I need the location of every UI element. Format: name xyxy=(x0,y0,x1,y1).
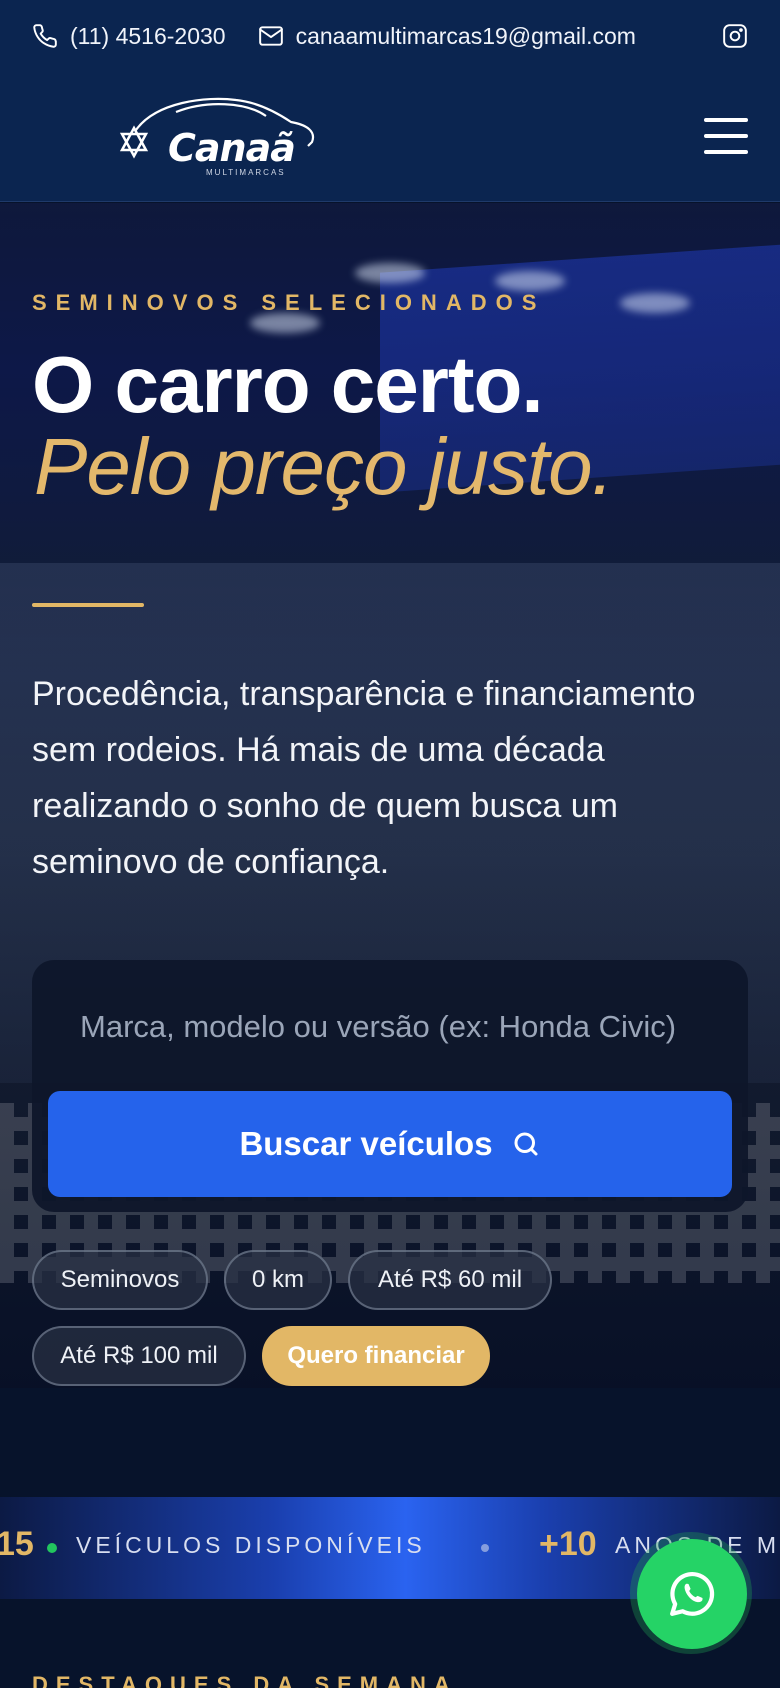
contact-bar: (11) 4516-2030 canaamultimarcas19@gmail.… xyxy=(0,0,780,72)
section-title: DESTAQUES DA SEMANA xyxy=(32,1672,458,1688)
phone-icon xyxy=(32,23,58,49)
instagram-link[interactable] xyxy=(722,23,748,49)
filter-chip[interactable]: Seminovos xyxy=(32,1250,208,1310)
logo-wordmark: Canaã xyxy=(168,126,296,170)
phone-link[interactable]: (11) 4516-2030 xyxy=(32,23,226,50)
hero-section: SEMINOVOS SELECIONADOS O carro certo. Pe… xyxy=(0,203,780,1388)
search-icon xyxy=(511,1129,541,1159)
stat-label: VEÍCULOS DISPONÍVEIS xyxy=(76,1532,426,1558)
separator-dot xyxy=(481,1544,489,1552)
whatsapp-icon xyxy=(664,1566,720,1622)
hero-divider xyxy=(32,603,144,607)
filter-chip[interactable]: Até R$ 100 mil xyxy=(32,1326,246,1386)
search-card: Buscar veículos xyxy=(32,960,748,1212)
financing-chip[interactable]: Quero financiar xyxy=(262,1326,490,1386)
hero-eyebrow: SEMINOVOS SELECIONADOS xyxy=(32,290,546,315)
whatsapp-button[interactable] xyxy=(637,1539,747,1649)
search-button-label: Buscar veículos xyxy=(239,1125,493,1162)
logo-subtitle: MULTIMARCAS xyxy=(206,168,286,177)
site-header: Canaã MULTIMARCAS xyxy=(0,72,780,202)
status-dot xyxy=(47,1543,57,1553)
stat-value: +10 xyxy=(539,1525,597,1563)
search-button[interactable]: Buscar veículos xyxy=(48,1091,732,1197)
stat-value: 15 xyxy=(0,1525,34,1563)
instagram-icon xyxy=(722,23,748,49)
logo[interactable]: Canaã MULTIMARCAS xyxy=(116,92,326,177)
mail-icon xyxy=(258,23,284,49)
filter-chip[interactable]: 0 km xyxy=(224,1250,332,1310)
filter-chip[interactable]: Até R$ 60 mil xyxy=(348,1250,552,1310)
hero-description: Procedência, transparência e financiamen… xyxy=(32,675,696,881)
search-input[interactable] xyxy=(32,982,748,1072)
hamburger-menu-icon[interactable] xyxy=(704,118,748,154)
hero-headline: O carro certo. xyxy=(32,340,544,429)
hero-headline-accent: Pelo preço justo. xyxy=(34,422,614,511)
email-address: canaamultimarcas19@gmail.com xyxy=(295,22,636,49)
phone-number: (11) 4516-2030 xyxy=(70,22,226,49)
email-link[interactable]: canaamultimarcas19@gmail.com xyxy=(258,23,636,50)
